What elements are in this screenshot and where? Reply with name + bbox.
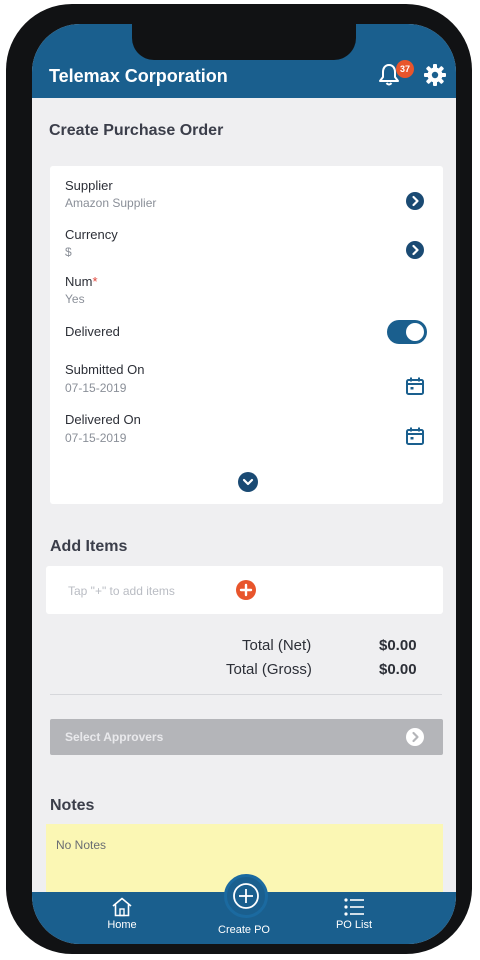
list-icon xyxy=(344,898,364,916)
chevron-right-icon xyxy=(406,728,424,746)
tab-create-po-label[interactable]: Create PO xyxy=(204,924,284,936)
submitted-on-label: Submitted On xyxy=(65,362,145,377)
create-po-button[interactable] xyxy=(224,874,268,918)
calendar-icon[interactable] xyxy=(405,376,425,396)
total-gross-value: $0.00 xyxy=(379,661,417,678)
bottom-tab-bar: Home Create PO PO List xyxy=(32,874,456,944)
chevron-right-icon[interactable] xyxy=(406,241,424,259)
calendar-icon[interactable] xyxy=(405,426,425,446)
tab-po-list-label: PO List xyxy=(335,919,373,931)
delivered-label: Delivered xyxy=(65,324,120,339)
total-net-value: $0.00 xyxy=(379,637,417,654)
select-approvers-button[interactable]: Select Approvers xyxy=(50,719,443,755)
gear-icon[interactable] xyxy=(422,62,448,88)
currency-value: $ xyxy=(65,245,72,259)
supplier-label: Supplier xyxy=(65,178,113,193)
divider xyxy=(50,694,442,695)
tab-home[interactable]: Home xyxy=(82,896,162,931)
chevron-right-icon[interactable] xyxy=(406,192,424,210)
supplier-value: Amazon Supplier xyxy=(65,196,157,210)
delivered-toggle[interactable] xyxy=(387,320,427,344)
notes-title: Notes xyxy=(50,797,95,814)
num-label: Num* xyxy=(65,274,98,289)
device-notch xyxy=(132,24,356,60)
tab-po-list[interactable]: PO List xyxy=(314,896,394,931)
company-title: Telemax Corporation xyxy=(49,66,228,86)
num-value: Yes xyxy=(65,292,85,306)
app-screen: Telemax Corporation 37 Create Purchase O… xyxy=(32,24,456,944)
notification-badge: 37 xyxy=(396,60,414,78)
total-gross-label: Total (Gross) xyxy=(226,661,312,678)
select-approvers-label: Select Approvers xyxy=(65,730,164,744)
add-item-button[interactable] xyxy=(236,580,256,600)
add-items-title: Add Items xyxy=(50,538,128,555)
phone-frame: Telemax Corporation 37 Create Purchase O… xyxy=(6,4,472,954)
po-form-card: Supplier Amazon Supplier Currency $ Num*… xyxy=(50,166,443,504)
delivered-on-value: 07-15-2019 xyxy=(65,431,127,445)
plus-circle-icon xyxy=(233,883,259,909)
total-net-label: Total (Net) xyxy=(242,637,312,654)
tab-home-label: Home xyxy=(107,919,137,931)
submitted-on-value: 07-15-2019 xyxy=(65,381,127,395)
required-mark: * xyxy=(92,274,98,289)
home-icon xyxy=(112,897,132,917)
delivered-on-label: Delivered On xyxy=(65,412,141,427)
add-items-box: Tap "+" to add items xyxy=(46,566,443,614)
add-items-hint: Tap "+" to add items xyxy=(68,584,175,598)
notes-text: No Notes xyxy=(56,838,107,852)
page-title: Create Purchase Order xyxy=(49,122,224,139)
currency-label: Currency xyxy=(65,227,118,242)
chevron-down-icon[interactable] xyxy=(238,472,258,492)
